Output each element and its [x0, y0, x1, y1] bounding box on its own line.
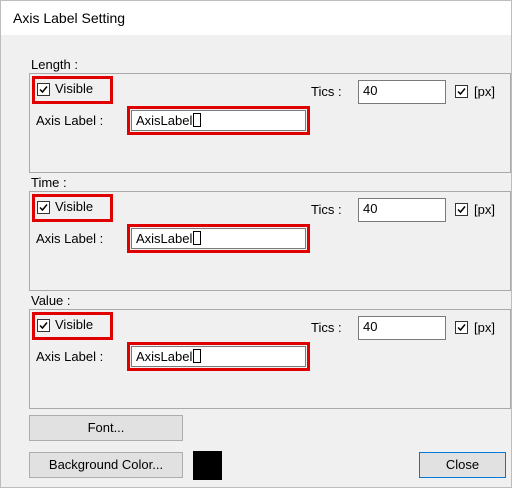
- px-checkbox[interactable]: [455, 85, 468, 98]
- visible-label: Visible: [55, 317, 94, 332]
- axis-label-caption: Axis Label :: [36, 231, 104, 246]
- close-button[interactable]: Close: [419, 452, 506, 478]
- axis-label-input[interactable]: AxisLabel: [131, 346, 306, 367]
- tics-label: Tics :: [311, 202, 342, 217]
- font-button[interactable]: Font...: [29, 415, 183, 441]
- section-label-value: Value :: [31, 293, 71, 308]
- section-label-length: Length :: [31, 57, 78, 72]
- tics-input[interactable]: 40: [358, 80, 446, 104]
- tics-label: Tics :: [311, 84, 342, 99]
- check-icon: [457, 206, 466, 214]
- visible-checkbox[interactable]: [37, 83, 50, 96]
- tics-label: Tics :: [311, 320, 342, 335]
- tics-input-value: 40: [363, 319, 378, 334]
- axis-label-input-value: AxisLabel: [136, 349, 193, 364]
- groupbox-length: Visible Tics : 40 [px] Axis Label : Axis…: [29, 73, 511, 173]
- axis-label-setting-dialog: Axis Label Setting Length : Visible Tics…: [0, 0, 512, 488]
- px-label: [px]: [474, 202, 495, 217]
- check-icon: [457, 324, 466, 332]
- background-color-swatch[interactable]: [193, 451, 222, 480]
- groupbox-time: Visible Tics : 40 [px] Axis Label : Axis…: [29, 191, 511, 291]
- px-label: [px]: [474, 84, 495, 99]
- px-checkbox[interactable]: [455, 321, 468, 334]
- dialog-title: Axis Label Setting: [13, 10, 126, 26]
- tics-input[interactable]: 40: [358, 316, 446, 340]
- visible-label: Visible: [55, 199, 94, 214]
- axis-label-input[interactable]: AxisLabel: [131, 110, 306, 131]
- visible-checkbox[interactable]: [37, 201, 50, 214]
- px-checkbox[interactable]: [455, 203, 468, 216]
- text-cursor: [193, 113, 202, 127]
- section-label-time: Time :: [31, 175, 67, 190]
- visible-label: Visible: [55, 81, 94, 96]
- text-cursor: [193, 349, 202, 363]
- axis-label-input-value: AxisLabel: [136, 113, 193, 128]
- check-icon: [457, 88, 466, 96]
- tics-input-value: 40: [363, 201, 378, 216]
- visible-checkbox[interactable]: [37, 319, 50, 332]
- axis-label-caption: Axis Label :: [36, 349, 104, 364]
- px-label: [px]: [474, 320, 495, 335]
- check-icon: [39, 322, 48, 330]
- check-icon: [39, 204, 48, 212]
- axis-label-input-value: AxisLabel: [136, 231, 193, 246]
- axis-label-caption: Axis Label :: [36, 113, 104, 128]
- background-color-button[interactable]: Background Color...: [29, 452, 183, 478]
- groupbox-value: Visible Tics : 40 [px] Axis Label : Axis…: [29, 309, 511, 409]
- check-icon: [39, 86, 48, 94]
- title-bar: Axis Label Setting: [1, 1, 511, 35]
- axis-label-input[interactable]: AxisLabel: [131, 228, 306, 249]
- text-cursor: [193, 231, 202, 245]
- tics-input-value: 40: [363, 83, 378, 98]
- tics-input[interactable]: 40: [358, 198, 446, 222]
